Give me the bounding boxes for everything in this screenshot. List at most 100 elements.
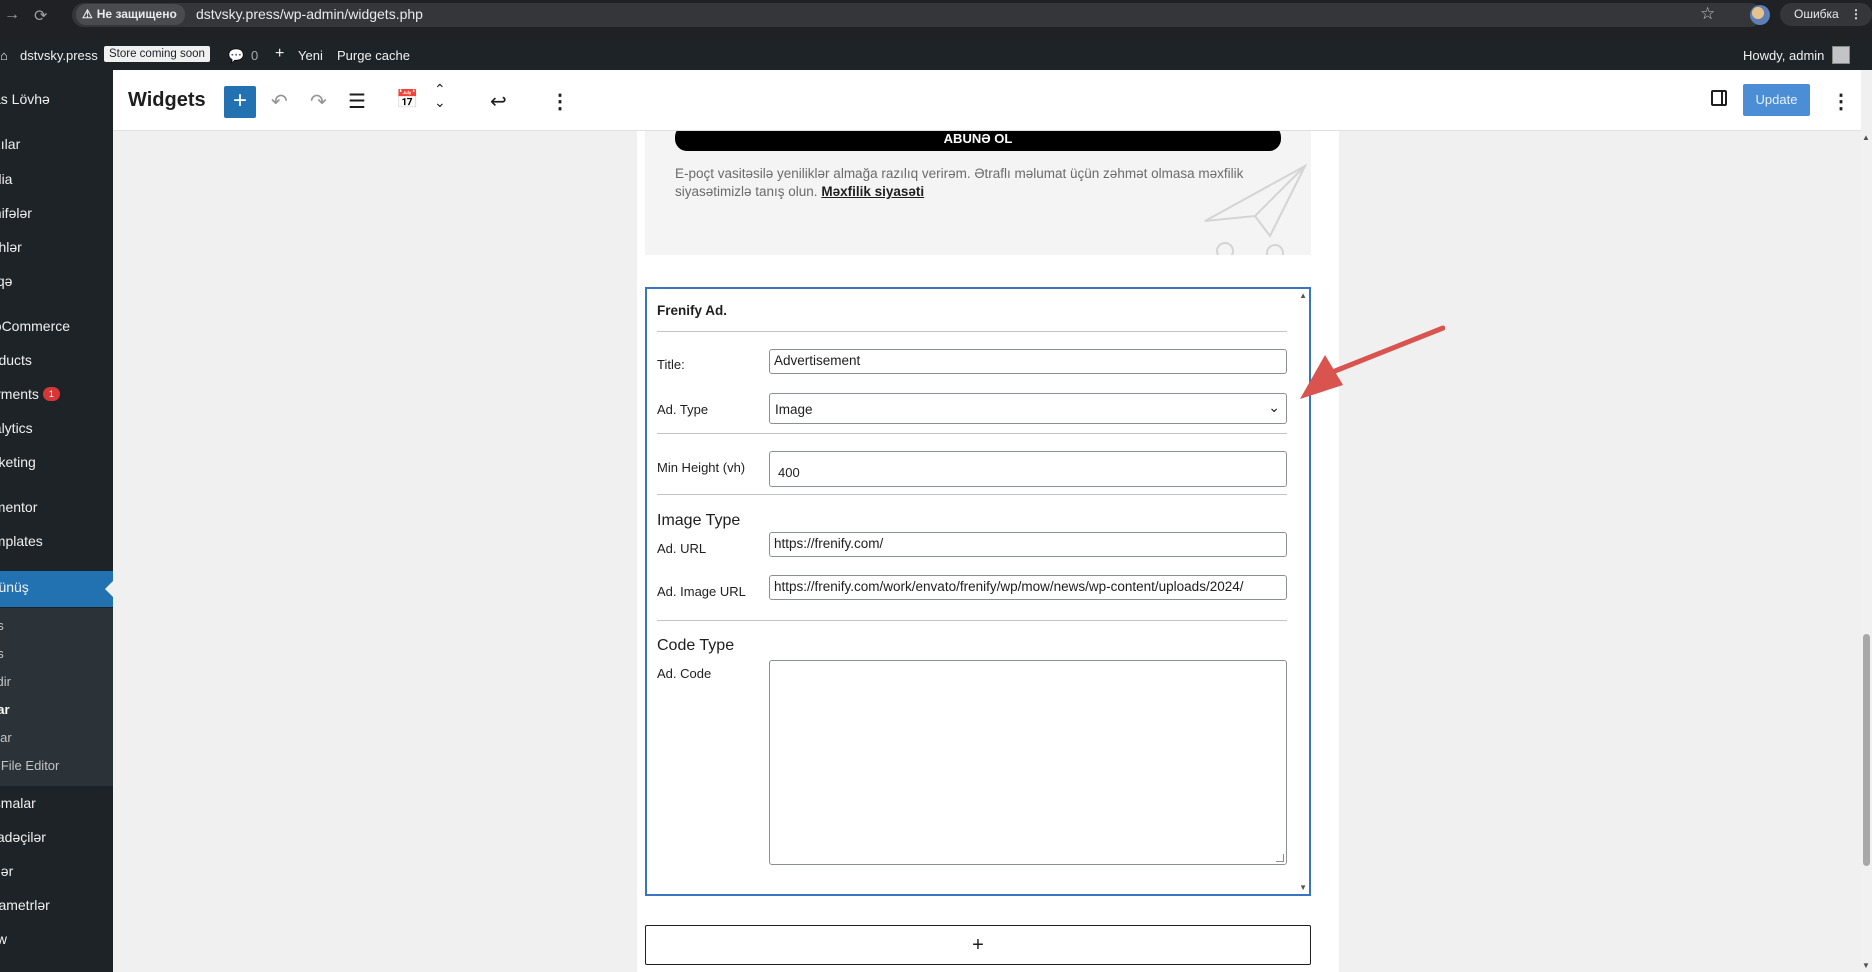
widget-scroll-up-icon[interactable]: ▲ xyxy=(1299,291,1307,300)
page-scrollbar[interactable]: ▲ ▼ xyxy=(1861,131,1872,972)
sidebar-item-marketing[interactable]: arketing xyxy=(0,454,36,470)
sidebar-item-media[interactable]: edia xyxy=(0,171,12,187)
scroll-down-icon[interactable]: ▼ xyxy=(1862,961,1870,970)
min-height-label: Min Height (vh) xyxy=(657,460,746,475)
divider xyxy=(657,620,1287,621)
resize-handle[interactable] xyxy=(1276,854,1284,862)
sidebar-item-flow[interactable]: low xyxy=(0,931,7,947)
ad-image-url-input[interactable]: https://frenify.com/work/envato/frenify/… xyxy=(769,575,1287,600)
transform-icon[interactable]: ↩ xyxy=(490,89,507,114)
sidebar-item-elementor[interactable]: ementor xyxy=(0,499,37,515)
sidebar-item-templates[interactable]: emplates xyxy=(0,533,43,549)
comment-icon[interactable]: 💬 xyxy=(228,48,244,64)
title-label: Title: xyxy=(657,357,685,372)
annotation-arrow xyxy=(1300,325,1445,399)
title-input[interactable]: Advertisement xyxy=(769,349,1287,374)
newsletter-block[interactable]: ABUNƏ OL E-poçt vasitəsilə yeniliklər al… xyxy=(645,131,1311,255)
sidebar-item-posts[interactable]: azılar xyxy=(0,136,20,152)
sidebar-item-plugins[interactable]: oşmalar xyxy=(0,795,36,811)
error-chip[interactable]: Ошибка ⋮ xyxy=(1780,3,1872,26)
submenu-item-customize[interactable]: şdir xyxy=(0,674,11,689)
submenu-item-widgets[interactable]: llar xyxy=(0,702,10,717)
more-vert-icon: ⋮ xyxy=(1850,7,1862,21)
comments-count[interactable]: 0 xyxy=(251,48,258,63)
sidebar-item-appearance[interactable]: örünüş xyxy=(0,579,29,595)
sidebar-item-pages[interactable]: əhifələr xyxy=(0,205,32,221)
more-options-icon[interactable]: ⋮ xyxy=(1831,89,1851,114)
move-up-down-icon[interactable]: ⌃ ⌄ xyxy=(434,82,446,109)
sidebar-item-settings[interactable]: arametrlər xyxy=(0,897,50,913)
payments-badge: 1 xyxy=(42,387,60,401)
store-status-badge[interactable]: Store coming soon xyxy=(104,46,210,62)
add-block-button[interactable]: + xyxy=(224,86,256,118)
site-name-link[interactable]: dstvsky.press xyxy=(20,48,98,63)
new-link[interactable]: Yeni xyxy=(298,48,323,63)
add-block-appender-button[interactable]: + xyxy=(645,925,1311,965)
url-text[interactable]: dstvsky.press/wp-admin/widgets.php xyxy=(196,6,423,22)
submenu-item-themes[interactable]: es xyxy=(0,618,4,633)
bookmark-star-icon[interactable]: ☆ xyxy=(1700,4,1715,24)
editor-canvas: ABUNƏ OL E-poçt vasitəsilə yeniliklər al… xyxy=(113,131,1861,972)
warning-icon: ⚠ xyxy=(82,7,93,21)
payments-label: ayments xyxy=(0,386,39,402)
ad-url-input[interactable]: https://frenify.com/ xyxy=(769,532,1287,557)
editor-header: Widgets + ↶ ↷ ☰ 📅 ⌃ ⌄ ↩ ⋮ Update ⋮ xyxy=(113,70,1861,131)
wp-admin-bar: ⌂ dstvsky.press Store coming soon 💬 0 + … xyxy=(0,40,1872,70)
privacy-policy-link[interactable]: Məxfilik siyasəti xyxy=(821,184,924,199)
sidebar-item-tools[interactable]: ətlər xyxy=(0,863,13,879)
sidebar-item-dashboard[interactable]: sas Lövhə xyxy=(0,91,50,107)
sidebar-item-products[interactable]: roducts xyxy=(0,352,32,368)
frenify-ad-widget[interactable]: ▲ Frenify Ad. Title: Advertisement Ad. T… xyxy=(645,287,1311,896)
update-button[interactable]: Update xyxy=(1743,84,1810,116)
browser-toolbar: → ⟳ ⚠ Не защищено dstvsky.press/wp-admin/… xyxy=(0,0,1872,29)
sidebar-item-contact[interactable]: laqə xyxy=(0,273,12,289)
options-icon[interactable]: ⋮ xyxy=(550,89,570,114)
widget-scroll-down-icon[interactable]: ▼ xyxy=(1299,883,1307,892)
subscribe-button[interactable]: ABUNƏ OL xyxy=(675,131,1281,151)
ad-code-label: Ad. Code xyxy=(657,666,712,681)
undo-icon[interactable]: ↶ xyxy=(271,89,288,114)
admin-sidebar: sas Lövhə azılar edia əhifələr ərhlər la… xyxy=(0,70,113,972)
ad-url-label: Ad. URL xyxy=(657,541,707,556)
security-badge[interactable]: ⚠ Не защищено xyxy=(76,4,185,25)
plus-icon[interactable]: + xyxy=(275,45,284,63)
list-view-icon[interactable]: ☰ xyxy=(348,89,366,114)
chevron-down-icon: ⌄ xyxy=(1268,399,1280,415)
divider xyxy=(657,494,1287,495)
sidebar-item-woocommerce[interactable]: ooCommerce xyxy=(0,318,70,334)
settings-sidebar-toggle-icon[interactable] xyxy=(1711,90,1727,106)
sidebar-item-comments[interactable]: ərhlər xyxy=(0,239,22,255)
scroll-up-icon[interactable]: ▲ xyxy=(1862,133,1870,142)
ad-code-textarea[interactable] xyxy=(769,660,1287,865)
consent-body: E-poçt vasitəsilə yeniliklər almağa razı… xyxy=(675,166,1244,199)
sidebar-item-users[interactable]: tifadəçilər xyxy=(0,829,46,845)
security-label: Не защищено xyxy=(96,7,177,21)
ad-image-url-label: Ad. Image URL xyxy=(657,584,746,599)
submenu-item-patterns[interactable]: ns xyxy=(0,646,4,661)
purge-cache-link[interactable]: Purge cache xyxy=(337,48,410,63)
page-title: Widgets xyxy=(128,89,206,111)
code-type-heading: Code Type xyxy=(657,637,735,654)
submenu-item-theme-file-editor[interactable]: e File Editor xyxy=(0,758,59,773)
ad-type-label: Ad. Type xyxy=(657,402,709,417)
redo-icon[interactable]: ↷ xyxy=(310,89,327,114)
forward-icon[interactable]: → xyxy=(4,6,20,24)
widget-area: ABUNƏ OL E-poçt vasitəsilə yeniliklər al… xyxy=(637,131,1339,972)
profile-avatar[interactable] xyxy=(1750,5,1770,25)
sidebar-item-payments[interactable]: ayments1 xyxy=(0,386,60,402)
avatar[interactable] xyxy=(1832,46,1850,64)
chrome-gap xyxy=(0,29,1872,40)
home-icon[interactable]: ⌂ xyxy=(0,48,8,63)
reload-icon[interactable]: ⟳ xyxy=(34,6,47,26)
ad-type-select[interactable]: Image ⌄ xyxy=(769,393,1287,424)
min-height-input[interactable]: 400 xyxy=(769,451,1287,487)
consent-text: E-poçt vasitəsilə yeniliklər almağa razı… xyxy=(675,165,1255,201)
scroll-thumb[interactable] xyxy=(1863,634,1870,866)
sidebar-item-analytics[interactable]: nalytics xyxy=(0,420,33,436)
submenu-item-menus[interactable]: ular xyxy=(0,730,12,745)
calendar-icon[interactable]: 📅 xyxy=(396,89,418,110)
divider xyxy=(657,433,1287,434)
paper-plane-illustration xyxy=(1204,163,1308,255)
image-type-heading: Image Type xyxy=(657,512,741,529)
howdy-link[interactable]: Howdy, admin xyxy=(1743,48,1824,63)
